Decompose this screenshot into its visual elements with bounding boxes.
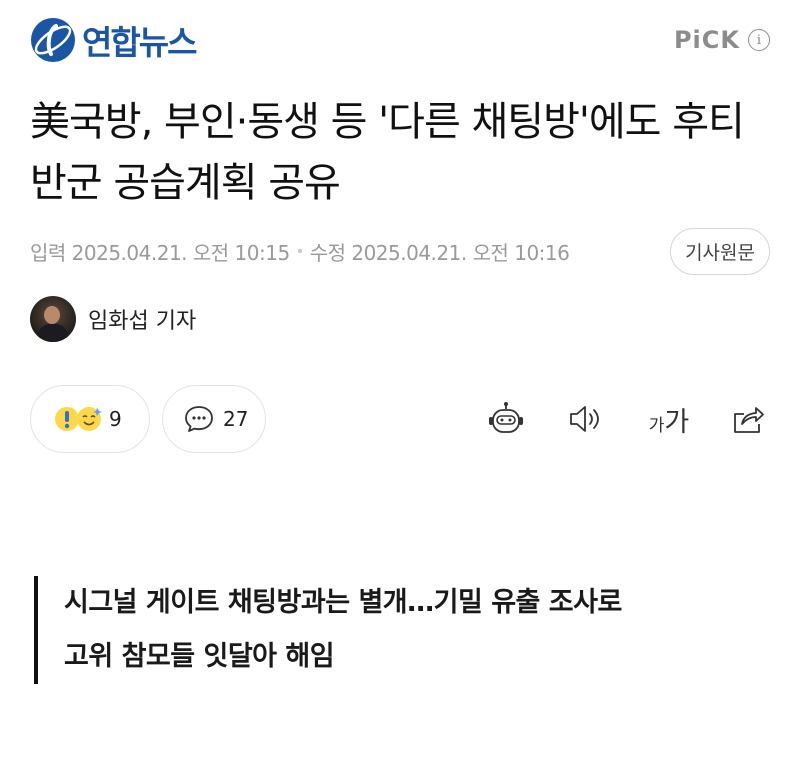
audio-speaker-icon [570, 406, 599, 432]
article-title: 美국방, 부인·동생 등 '다른 채팅방'에도 후티반군 공습계획 공유 [30, 99, 745, 206]
reporter-avatar [30, 296, 76, 342]
header: 연합뉴스 PiCK i [0, 0, 800, 86]
reaction-button[interactable]: 9 [30, 385, 150, 453]
comment-button[interactable]: 27 [162, 385, 266, 453]
yonhap-logo-icon [31, 18, 75, 62]
logo-text: 연합뉴스 [82, 23, 197, 62]
pick-badge[interactable]: PiCK i [674, 26, 770, 54]
original-article-button[interactable]: 기사원문 [670, 227, 770, 275]
subheadline-line: 고위 참모들 잇달아 해임 [64, 641, 335, 672]
published-time: 입력 2025.04.21. 오전 10:15 [30, 240, 290, 265]
reporter-info[interactable]: 임화섭 기자 [30, 296, 196, 342]
font-size-button[interactable]: 가가 [644, 400, 694, 439]
ai-summary-bot-icon [489, 402, 523, 433]
yonhap-logo[interactable]: 연합뉴스 [30, 16, 197, 64]
action-bar: 9 27 가가 [30, 385, 770, 453]
font-size-small: 가 [648, 415, 665, 436]
meta-separator [297, 249, 302, 253]
audio-button[interactable] [566, 401, 606, 437]
comment-count: 27 [223, 407, 249, 431]
comment-icon [185, 406, 213, 432]
smile-emoji-icon [77, 407, 102, 431]
share-icon [734, 407, 764, 433]
font-size-large: 가 [664, 406, 690, 438]
share-button[interactable] [728, 401, 768, 437]
font-size-icon: 가가 [649, 400, 689, 439]
subheadline-line: 시그널 게이트 채팅방과는 별개…기밀 유출 조사로 [64, 587, 622, 618]
ai-summary-button[interactable] [486, 401, 526, 437]
subheadline: 시그널 게이트 채팅방과는 별개…기밀 유출 조사로 고위 참모들 잇달아 해임 [34, 576, 764, 684]
reporter-name: 임화섭 기자 [88, 309, 197, 334]
article-meta: 입력 2025.04.21. 오전 10:15 수정 2025.04.21. 오… [30, 227, 770, 275]
modified-time: 수정 2025.04.21. 오전 10:16 [309, 240, 570, 265]
pick-label: PiCK [673, 26, 740, 54]
reaction-count: 9 [109, 407, 122, 431]
info-icon[interactable]: i [748, 29, 770, 51]
